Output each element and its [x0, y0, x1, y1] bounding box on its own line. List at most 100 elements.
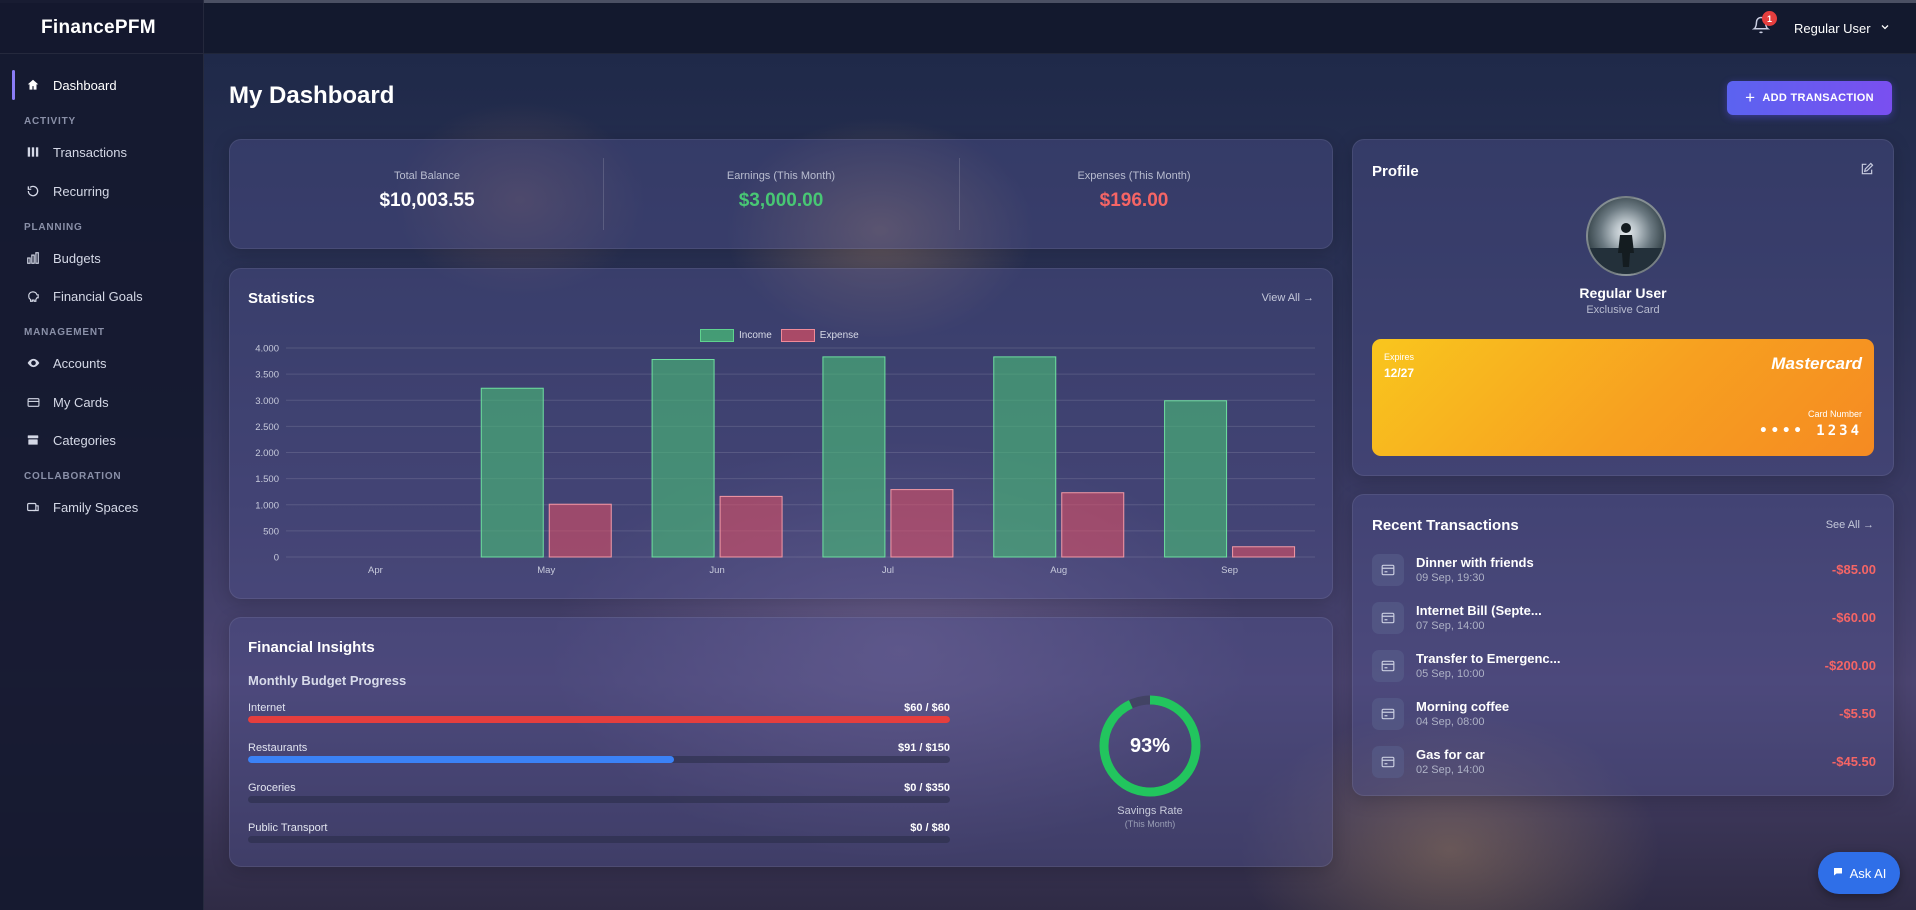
top-bar — [0, 0, 1916, 54]
transaction-date: 05 Sep, 10:00 — [1416, 668, 1485, 680]
sidebar-item-label: Categories — [53, 432, 116, 448]
budget-name: Groceries — [248, 782, 296, 794]
savings-rate-value: 93% — [1129, 735, 1171, 757]
card-brand: Mastercard — [1771, 354, 1862, 373]
total-balance-stat: Total Balance $10,003.55 — [252, 170, 602, 212]
user-menu[interactable]: Regular User — [1794, 21, 1891, 36]
card-expires-label: Expires — [1384, 352, 1415, 362]
transaction-date: 02 Sep, 14:00 — [1416, 764, 1485, 776]
x-tick-label: Sep — [1221, 565, 1238, 576]
budget-amount: $0 / $350 — [904, 782, 950, 794]
budget-progress-track — [248, 836, 950, 843]
credit-card-icon — [25, 394, 41, 410]
transaction-name: Internet Bill (Septe... — [1416, 603, 1542, 618]
brand-logo[interactable]: FinancePFM — [41, 17, 156, 39]
x-tick-label: Aug — [1050, 565, 1067, 576]
sidebar-section-planning: PLANNING — [24, 222, 83, 233]
sidebar-section-activity: ACTIVITY — [24, 116, 76, 127]
sidebar-item-label: Accounts — [53, 355, 107, 371]
eye-icon — [25, 355, 41, 371]
income-bar — [651, 358, 715, 558]
transaction-name: Gas for car — [1416, 747, 1485, 762]
y-tick-label: 3.500 — [255, 370, 279, 381]
y-tick-label: 500 — [263, 526, 279, 537]
expenses-value: $196.00 — [1099, 190, 1169, 211]
receipt-icon — [1372, 698, 1404, 730]
sidebar-item-budgets[interactable]: Budgets — [12, 241, 203, 275]
sidebar-item-my-cards[interactable]: My Cards — [12, 385, 203, 419]
total-balance-label: Total Balance — [393, 170, 461, 182]
sidebar-section-management: MANAGEMENT — [24, 327, 105, 338]
transaction-row[interactable]: Transfer to Emergenc... 05 Sep, 10:00 -$… — [1372, 648, 1876, 688]
sidebar-item-label: Recurring — [53, 183, 110, 199]
budget-progress-track — [248, 716, 950, 723]
sidebar-item-dashboard[interactable]: Dashboard — [12, 68, 203, 102]
budget-progress-fill — [248, 756, 674, 763]
transaction-amount: -$45.50 — [1831, 754, 1876, 769]
divider — [603, 158, 604, 230]
sidebar-item-financial-goals[interactable]: Financial Goals — [12, 279, 203, 313]
transaction-date: 04 Sep, 08:00 — [1416, 716, 1485, 728]
insights-card: Financial Insights Monthly Budget Progre… — [229, 617, 1333, 867]
transaction-name: Dinner with friends — [1416, 555, 1534, 570]
y-tick-label: 4.000 — [255, 344, 279, 355]
income-bar — [480, 387, 544, 558]
add-transaction-label: ADD TRANSACTION — [1762, 92, 1874, 104]
sidebar-item-transactions[interactable]: Transactions — [12, 135, 203, 169]
profile-card-tier: Exclusive Card — [1586, 304, 1660, 316]
page-title: My Dashboard — [229, 82, 395, 109]
transaction-amount: -$60.00 — [1831, 610, 1876, 625]
budget-amount: $91 / $150 — [898, 742, 950, 754]
insights-title: Financial Insights — [248, 639, 375, 656]
expenses-label: Expenses (This Month) — [1077, 170, 1191, 182]
x-tick-label: May — [537, 565, 555, 576]
summary-card: Total Balance $10,003.55 Earnings (This … — [229, 139, 1333, 249]
expenses-stat: Expenses (This Month) $196.00 — [959, 170, 1309, 212]
savings-rate-period: (This Month) — [1124, 819, 1176, 829]
edit-icon[interactable] — [1860, 162, 1874, 181]
add-transaction-button[interactable]: + ADD TRANSACTION — [1727, 81, 1892, 115]
profile-name: Regular User — [1579, 285, 1667, 301]
y-tick-label: 1.000 — [255, 500, 279, 511]
savings-rate-ring: 93% — [1097, 693, 1203, 799]
ask-ai-button[interactable]: Ask AI — [1818, 852, 1900, 894]
transaction-name: Morning coffee — [1416, 699, 1510, 714]
budget-amount: $60 / $60 — [904, 702, 950, 714]
savings-rate-label: Savings Rate — [1117, 805, 1183, 817]
sidebar-item-accounts[interactable]: Accounts — [12, 346, 203, 380]
sidebar-item-label: Transactions — [53, 144, 127, 160]
y-tick-label: 2.500 — [255, 422, 279, 433]
y-tick-label: 0 — [274, 553, 279, 564]
recent-transactions-title: Recent Transactions — [1372, 517, 1519, 534]
archive-icon — [25, 432, 41, 448]
credit-card[interactable]: Expires 12/27 Mastercard Card Number •••… — [1372, 339, 1874, 456]
income-bar — [1164, 400, 1228, 558]
earnings-label: Earnings (This Month) — [726, 170, 836, 182]
x-tick-label: Jul — [882, 565, 894, 576]
earnings-value: $3,000.00 — [738, 190, 824, 211]
transaction-row[interactable]: Internet Bill (Septe... 07 Sep, 14:00 -$… — [1372, 600, 1876, 640]
divider — [0, 53, 203, 54]
transaction-row[interactable]: Gas for car 02 Sep, 14:00 -$45.50 — [1372, 744, 1876, 784]
transaction-date: 09 Sep, 19:30 — [1416, 572, 1485, 584]
ask-ai-label: Ask AI — [1849, 865, 1887, 881]
bars-icon — [25, 144, 41, 160]
recent-transactions-card: Recent Transactions See All → Dinner wit… — [1352, 494, 1894, 796]
receipt-icon — [1372, 650, 1404, 682]
x-tick-label: Jun — [709, 565, 724, 576]
sidebar-item-categories[interactable]: Categories — [12, 423, 203, 457]
transaction-row[interactable]: Morning coffee 04 Sep, 08:00 -$5.50 — [1372, 696, 1876, 736]
avatar[interactable] — [1586, 196, 1666, 276]
transaction-row[interactable]: Dinner with friends 09 Sep, 19:30 -$85.0… — [1372, 552, 1876, 592]
expense-bar — [1061, 492, 1125, 558]
transaction-amount: -$200.00 — [1824, 658, 1876, 673]
income-bar — [993, 356, 1057, 558]
see-all-link[interactable]: See All → — [1826, 519, 1874, 531]
sidebar-item-label: Dashboard — [53, 77, 117, 93]
total-balance-value: $10,003.55 — [379, 190, 475, 211]
sidebar-item-family-spaces[interactable]: Family Spaces — [12, 490, 203, 524]
sidebar-item-recurring[interactable]: Recurring — [12, 174, 203, 208]
receipt-icon — [1372, 746, 1404, 778]
receipt-icon — [1372, 554, 1404, 586]
statistics-card: Statistics View All → Income Expense 4.0… — [229, 268, 1333, 599]
